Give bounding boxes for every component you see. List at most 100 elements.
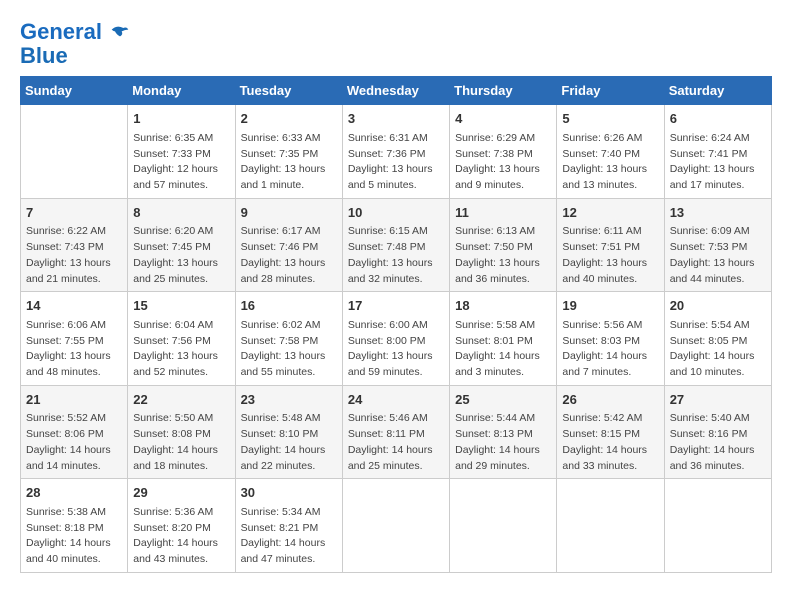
day-cell: 21Sunrise: 5:52 AMSunset: 8:06 PMDayligh… bbox=[21, 385, 128, 479]
day-number: 1 bbox=[133, 109, 229, 129]
day-info: Sunrise: 5:56 AMSunset: 8:03 PMDaylight:… bbox=[562, 318, 658, 381]
day-number: 29 bbox=[133, 483, 229, 503]
day-cell: 11Sunrise: 6:13 AMSunset: 7:50 PMDayligh… bbox=[450, 198, 557, 292]
day-cell: 22Sunrise: 5:50 AMSunset: 8:08 PMDayligh… bbox=[128, 385, 235, 479]
week-row-5: 28Sunrise: 5:38 AMSunset: 8:18 PMDayligh… bbox=[21, 479, 772, 573]
header-row: SundayMondayTuesdayWednesdayThursdayFrid… bbox=[21, 77, 772, 105]
day-cell bbox=[342, 479, 449, 573]
day-number: 2 bbox=[241, 109, 337, 129]
day-cell: 20Sunrise: 5:54 AMSunset: 8:05 PMDayligh… bbox=[664, 292, 771, 386]
day-cell: 8Sunrise: 6:20 AMSunset: 7:45 PMDaylight… bbox=[128, 198, 235, 292]
day-number: 14 bbox=[26, 296, 122, 316]
day-cell: 25Sunrise: 5:44 AMSunset: 8:13 PMDayligh… bbox=[450, 385, 557, 479]
day-info: Sunrise: 6:31 AMSunset: 7:36 PMDaylight:… bbox=[348, 131, 444, 194]
day-info: Sunrise: 6:29 AMSunset: 7:38 PMDaylight:… bbox=[455, 131, 551, 194]
day-number: 20 bbox=[670, 296, 766, 316]
day-info: Sunrise: 5:40 AMSunset: 8:16 PMDaylight:… bbox=[670, 411, 766, 474]
day-number: 13 bbox=[670, 203, 766, 223]
day-info: Sunrise: 6:13 AMSunset: 7:50 PMDaylight:… bbox=[455, 224, 551, 287]
header-day-saturday: Saturday bbox=[664, 77, 771, 105]
day-number: 4 bbox=[455, 109, 551, 129]
day-cell: 14Sunrise: 6:06 AMSunset: 7:55 PMDayligh… bbox=[21, 292, 128, 386]
calendar-header: SundayMondayTuesdayWednesdayThursdayFrid… bbox=[21, 77, 772, 105]
header-day-wednesday: Wednesday bbox=[342, 77, 449, 105]
day-number: 12 bbox=[562, 203, 658, 223]
day-cell: 4Sunrise: 6:29 AMSunset: 7:38 PMDaylight… bbox=[450, 105, 557, 199]
day-info: Sunrise: 6:00 AMSunset: 8:00 PMDaylight:… bbox=[348, 318, 444, 381]
logo-blue: Blue bbox=[20, 44, 130, 68]
header-day-friday: Friday bbox=[557, 77, 664, 105]
day-cell bbox=[664, 479, 771, 573]
logo-text: General bbox=[20, 20, 130, 44]
calendar-body: 1Sunrise: 6:35 AMSunset: 7:33 PMDaylight… bbox=[21, 105, 772, 573]
day-number: 11 bbox=[455, 203, 551, 223]
day-info: Sunrise: 6:09 AMSunset: 7:53 PMDaylight:… bbox=[670, 224, 766, 287]
day-cell: 15Sunrise: 6:04 AMSunset: 7:56 PMDayligh… bbox=[128, 292, 235, 386]
day-cell: 2Sunrise: 6:33 AMSunset: 7:35 PMDaylight… bbox=[235, 105, 342, 199]
day-info: Sunrise: 5:48 AMSunset: 8:10 PMDaylight:… bbox=[241, 411, 337, 474]
day-cell: 13Sunrise: 6:09 AMSunset: 7:53 PMDayligh… bbox=[664, 198, 771, 292]
day-cell: 23Sunrise: 5:48 AMSunset: 8:10 PMDayligh… bbox=[235, 385, 342, 479]
day-info: Sunrise: 6:06 AMSunset: 7:55 PMDaylight:… bbox=[26, 318, 122, 381]
day-info: Sunrise: 6:11 AMSunset: 7:51 PMDaylight:… bbox=[562, 224, 658, 287]
day-cell: 30Sunrise: 5:34 AMSunset: 8:21 PMDayligh… bbox=[235, 479, 342, 573]
header-day-sunday: Sunday bbox=[21, 77, 128, 105]
day-info: Sunrise: 6:02 AMSunset: 7:58 PMDaylight:… bbox=[241, 318, 337, 381]
day-cell: 29Sunrise: 5:36 AMSunset: 8:20 PMDayligh… bbox=[128, 479, 235, 573]
day-info: Sunrise: 5:44 AMSunset: 8:13 PMDaylight:… bbox=[455, 411, 551, 474]
header-day-monday: Monday bbox=[128, 77, 235, 105]
day-cell: 17Sunrise: 6:00 AMSunset: 8:00 PMDayligh… bbox=[342, 292, 449, 386]
header: General Blue bbox=[20, 20, 772, 68]
day-info: Sunrise: 6:26 AMSunset: 7:40 PMDaylight:… bbox=[562, 131, 658, 194]
day-number: 5 bbox=[562, 109, 658, 129]
week-row-1: 1Sunrise: 6:35 AMSunset: 7:33 PMDaylight… bbox=[21, 105, 772, 199]
day-cell: 27Sunrise: 5:40 AMSunset: 8:16 PMDayligh… bbox=[664, 385, 771, 479]
day-cell: 12Sunrise: 6:11 AMSunset: 7:51 PMDayligh… bbox=[557, 198, 664, 292]
day-number: 16 bbox=[241, 296, 337, 316]
day-cell bbox=[450, 479, 557, 573]
day-cell: 5Sunrise: 6:26 AMSunset: 7:40 PMDaylight… bbox=[557, 105, 664, 199]
day-cell bbox=[21, 105, 128, 199]
day-cell: 19Sunrise: 5:56 AMSunset: 8:03 PMDayligh… bbox=[557, 292, 664, 386]
day-number: 22 bbox=[133, 390, 229, 410]
calendar-table: SundayMondayTuesdayWednesdayThursdayFrid… bbox=[20, 76, 772, 573]
day-info: Sunrise: 5:50 AMSunset: 8:08 PMDaylight:… bbox=[133, 411, 229, 474]
day-number: 21 bbox=[26, 390, 122, 410]
day-info: Sunrise: 5:54 AMSunset: 8:05 PMDaylight:… bbox=[670, 318, 766, 381]
day-cell: 16Sunrise: 6:02 AMSunset: 7:58 PMDayligh… bbox=[235, 292, 342, 386]
day-number: 10 bbox=[348, 203, 444, 223]
logo-bird-icon bbox=[110, 23, 130, 43]
day-info: Sunrise: 5:38 AMSunset: 8:18 PMDaylight:… bbox=[26, 505, 122, 568]
day-cell bbox=[557, 479, 664, 573]
day-number: 30 bbox=[241, 483, 337, 503]
day-cell: 1Sunrise: 6:35 AMSunset: 7:33 PMDaylight… bbox=[128, 105, 235, 199]
day-number: 3 bbox=[348, 109, 444, 129]
day-cell: 24Sunrise: 5:46 AMSunset: 8:11 PMDayligh… bbox=[342, 385, 449, 479]
day-info: Sunrise: 6:24 AMSunset: 7:41 PMDaylight:… bbox=[670, 131, 766, 194]
day-info: Sunrise: 5:42 AMSunset: 8:15 PMDaylight:… bbox=[562, 411, 658, 474]
day-number: 27 bbox=[670, 390, 766, 410]
day-number: 18 bbox=[455, 296, 551, 316]
day-info: Sunrise: 5:36 AMSunset: 8:20 PMDaylight:… bbox=[133, 505, 229, 568]
day-info: Sunrise: 6:04 AMSunset: 7:56 PMDaylight:… bbox=[133, 318, 229, 381]
day-info: Sunrise: 6:20 AMSunset: 7:45 PMDaylight:… bbox=[133, 224, 229, 287]
day-info: Sunrise: 5:34 AMSunset: 8:21 PMDaylight:… bbox=[241, 505, 337, 568]
day-number: 17 bbox=[348, 296, 444, 316]
week-row-4: 21Sunrise: 5:52 AMSunset: 8:06 PMDayligh… bbox=[21, 385, 772, 479]
day-info: Sunrise: 5:58 AMSunset: 8:01 PMDaylight:… bbox=[455, 318, 551, 381]
day-info: Sunrise: 5:46 AMSunset: 8:11 PMDaylight:… bbox=[348, 411, 444, 474]
day-cell: 6Sunrise: 6:24 AMSunset: 7:41 PMDaylight… bbox=[664, 105, 771, 199]
day-cell: 7Sunrise: 6:22 AMSunset: 7:43 PMDaylight… bbox=[21, 198, 128, 292]
day-number: 25 bbox=[455, 390, 551, 410]
day-cell: 10Sunrise: 6:15 AMSunset: 7:48 PMDayligh… bbox=[342, 198, 449, 292]
day-number: 28 bbox=[26, 483, 122, 503]
day-cell: 9Sunrise: 6:17 AMSunset: 7:46 PMDaylight… bbox=[235, 198, 342, 292]
day-info: Sunrise: 5:52 AMSunset: 8:06 PMDaylight:… bbox=[26, 411, 122, 474]
day-number: 15 bbox=[133, 296, 229, 316]
logo-general: General bbox=[20, 19, 102, 44]
day-info: Sunrise: 6:17 AMSunset: 7:46 PMDaylight:… bbox=[241, 224, 337, 287]
day-info: Sunrise: 6:35 AMSunset: 7:33 PMDaylight:… bbox=[133, 131, 229, 194]
day-number: 7 bbox=[26, 203, 122, 223]
day-cell: 26Sunrise: 5:42 AMSunset: 8:15 PMDayligh… bbox=[557, 385, 664, 479]
day-info: Sunrise: 6:33 AMSunset: 7:35 PMDaylight:… bbox=[241, 131, 337, 194]
